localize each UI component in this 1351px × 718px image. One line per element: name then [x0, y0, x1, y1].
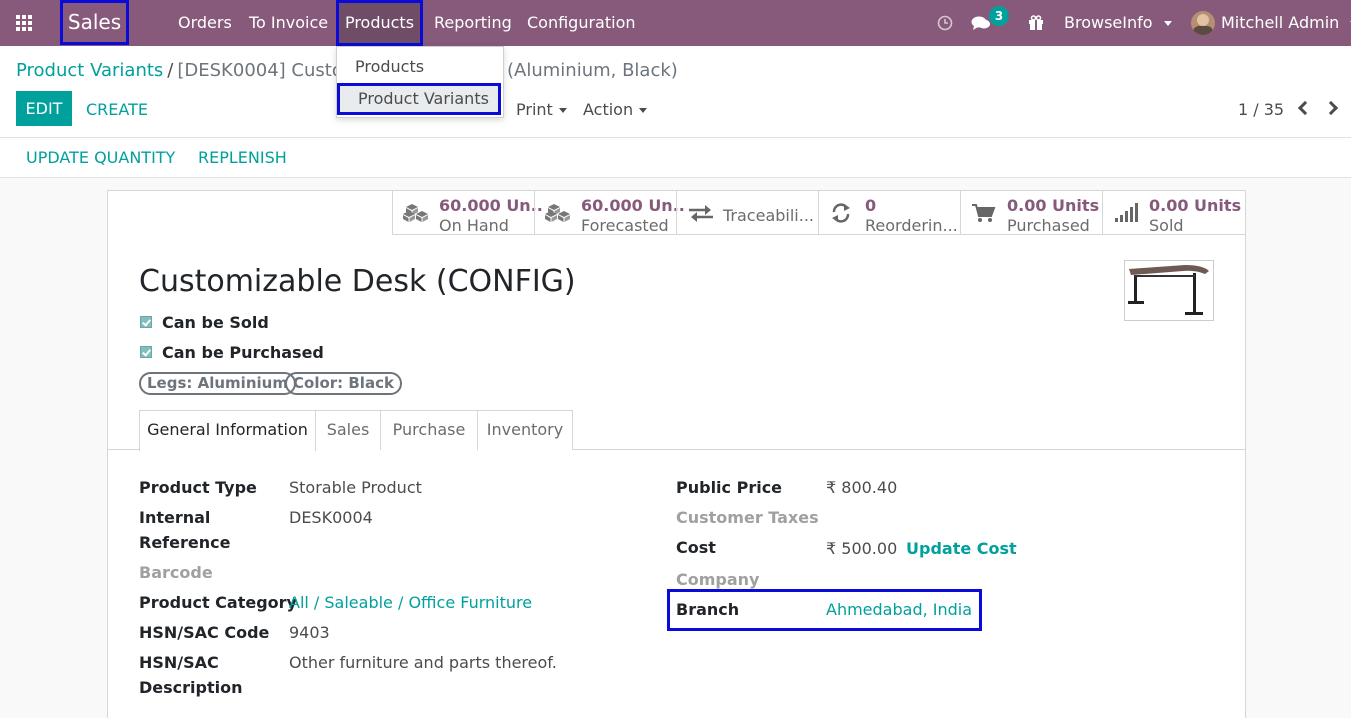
product-category-label: Product Category [139, 593, 297, 612]
public-price-label: Public Price [676, 478, 783, 497]
user-menu[interactable]: Mitchell Admin [1221, 0, 1351, 46]
signal-icon [1115, 203, 1138, 222]
create-button[interactable]: CREATE [86, 100, 148, 119]
internal-reference-label-2: Reference [139, 533, 231, 552]
reordering-value: 0 [865, 196, 877, 215]
reordering-label: Reorderin... [865, 216, 958, 235]
action-dropdown[interactable]: Action [583, 100, 648, 119]
caret-down-icon [639, 108, 648, 113]
public-price-value: ₹ 800.40 [826, 478, 898, 497]
on-hand-label: On Hand [439, 216, 509, 235]
menu-orders[interactable]: Orders [178, 0, 232, 46]
print-dropdown[interactable]: Print [516, 100, 567, 119]
edit-button[interactable]: EDIT [16, 91, 72, 126]
barcode-label: Barcode [139, 563, 213, 582]
tab-general-information[interactable]: General Information [139, 410, 316, 451]
gift-icon[interactable] [1028, 15, 1044, 31]
company-switcher[interactable]: BrowseInfo [1064, 0, 1172, 46]
pager-value[interactable]: 1 / 35 [1238, 100, 1284, 119]
product-category-link[interactable]: All / Saleable / Office Furniture [289, 590, 532, 615]
internal-reference-label: Internal [139, 508, 211, 527]
smart-button-box: 60.000 Un.. On Hand 60.000 Un.. Forecast… [392, 191, 1246, 235]
cost-value: ₹ 500.00 [826, 539, 898, 558]
products-dropdown-menu: Products Product Variants [336, 46, 504, 118]
attribute-tag: Color: Black [285, 372, 402, 395]
form-sheet: 60.000 Un.. On Hand 60.000 Un.. Forecast… [107, 190, 1246, 718]
forecasted-label: Forecasted [581, 216, 669, 235]
cubes-icon [403, 204, 428, 222]
user-name: Mitchell Admin [1221, 13, 1340, 32]
attribute-tag: Legs: Aluminium [139, 372, 296, 395]
internal-reference-value: DESK0004 [289, 508, 373, 527]
cart-icon [972, 204, 996, 222]
tab-inventory[interactable]: Inventory [477, 410, 573, 450]
sold-value: 0.00 Units [1149, 196, 1242, 215]
breadcrumb-current-end: (Aluminium, Black) [507, 60, 678, 81]
purchased-label: Purchased [1007, 216, 1090, 235]
replenish-button[interactable]: REPLENISH [198, 148, 287, 167]
purchased-value: 0.00 Units [1007, 196, 1100, 215]
product-name: Customizable Desk (CONFIG) [139, 264, 576, 299]
can-be-purchased-checkbox[interactable] [140, 346, 152, 358]
breadcrumb-parent[interactable]: Product Variants [16, 60, 163, 81]
sold-label: Sold [1149, 216, 1184, 235]
chevron-down-icon [1163, 21, 1172, 26]
arrows-icon [689, 205, 713, 222]
caret-down-icon [558, 108, 567, 113]
can-be-sold-label: Can be Sold [162, 313, 269, 332]
hsn-description-value: Other furniture and parts thereof. [289, 653, 557, 672]
chat-icon[interactable] [971, 15, 991, 31]
breadcrumb: Product Variants / [DESK0004] Customi [16, 60, 366, 81]
hsn-description-label: HSN/SAC [139, 653, 219, 672]
status-bar: UPDATE QUANTITY REPLENISH [0, 137, 1351, 178]
branch-label: Branch [676, 600, 740, 619]
cubes-icon [545, 204, 570, 222]
reordering-button[interactable]: 0 Reorderin... [818, 191, 960, 235]
apps-grid-icon[interactable] [16, 15, 34, 31]
menu-configuration[interactable]: Configuration [527, 0, 636, 46]
tab-sales[interactable]: Sales [315, 410, 381, 450]
sold-button[interactable]: 0.00 Units Sold [1102, 191, 1244, 235]
chat-count-badge: 3 [989, 6, 1009, 26]
traceability-label: Traceabili... [723, 206, 814, 225]
customer-taxes-label: Customer Taxes [676, 508, 819, 527]
clock-icon[interactable] [937, 15, 953, 31]
on-hand-value: 60.000 Un.. [439, 196, 543, 215]
chevron-left-icon[interactable] [1297, 100, 1313, 116]
company-name: BrowseInfo [1064, 13, 1153, 32]
app-name[interactable]: Sales [60, 0, 129, 45]
tab-purchase[interactable]: Purchase [380, 410, 478, 450]
on-hand-button[interactable]: 60.000 Un.. On Hand [392, 191, 543, 235]
menu-to-invoice[interactable]: To Invoice [249, 0, 328, 46]
cost-label: Cost [676, 538, 716, 557]
can-be-sold-checkbox[interactable] [140, 316, 152, 328]
menu-item-products[interactable]: Products [337, 54, 501, 86]
hsn-description-label-2: Description [139, 678, 243, 697]
product-type-value: Storable Product [289, 478, 422, 497]
hsn-code-value: 9403 [289, 623, 330, 642]
menu-products[interactable]: Products [336, 0, 423, 46]
branch-link[interactable]: Ahmedabad, India [826, 597, 972, 622]
update-quantity-button[interactable]: UPDATE QUANTITY [26, 148, 175, 167]
refresh-icon [832, 203, 850, 223]
control-panel: Product Variants / [DESK0004] Customi (Alu… [0, 46, 1351, 178]
desk-image [1128, 265, 1209, 315]
menu-reporting[interactable]: Reporting [434, 0, 512, 46]
can-be-purchased-label: Can be Purchased [162, 343, 324, 362]
traceability-button[interactable]: Traceabili... [676, 191, 818, 235]
chevron-right-icon[interactable] [1323, 100, 1339, 116]
avatar[interactable] [1191, 11, 1215, 35]
update-cost-button[interactable]: Update Cost [906, 536, 1017, 561]
menu-item-product-variants[interactable]: Product Variants [337, 83, 501, 115]
product-image[interactable] [1124, 260, 1214, 321]
forecasted-value: 60.000 Un.. [581, 196, 685, 215]
forecasted-button[interactable]: 60.000 Un.. Forecasted [534, 191, 685, 235]
product-type-label: Product Type [139, 478, 257, 497]
form-tabs: General Information Sales Purchase Inven… [108, 410, 1245, 451]
hsn-code-label: HSN/SAC Code [139, 623, 270, 642]
top-navbar: Sales Orders To Invoice Products Reporti… [0, 0, 1351, 46]
purchased-button[interactable]: 0.00 Units Purchased [960, 191, 1102, 235]
